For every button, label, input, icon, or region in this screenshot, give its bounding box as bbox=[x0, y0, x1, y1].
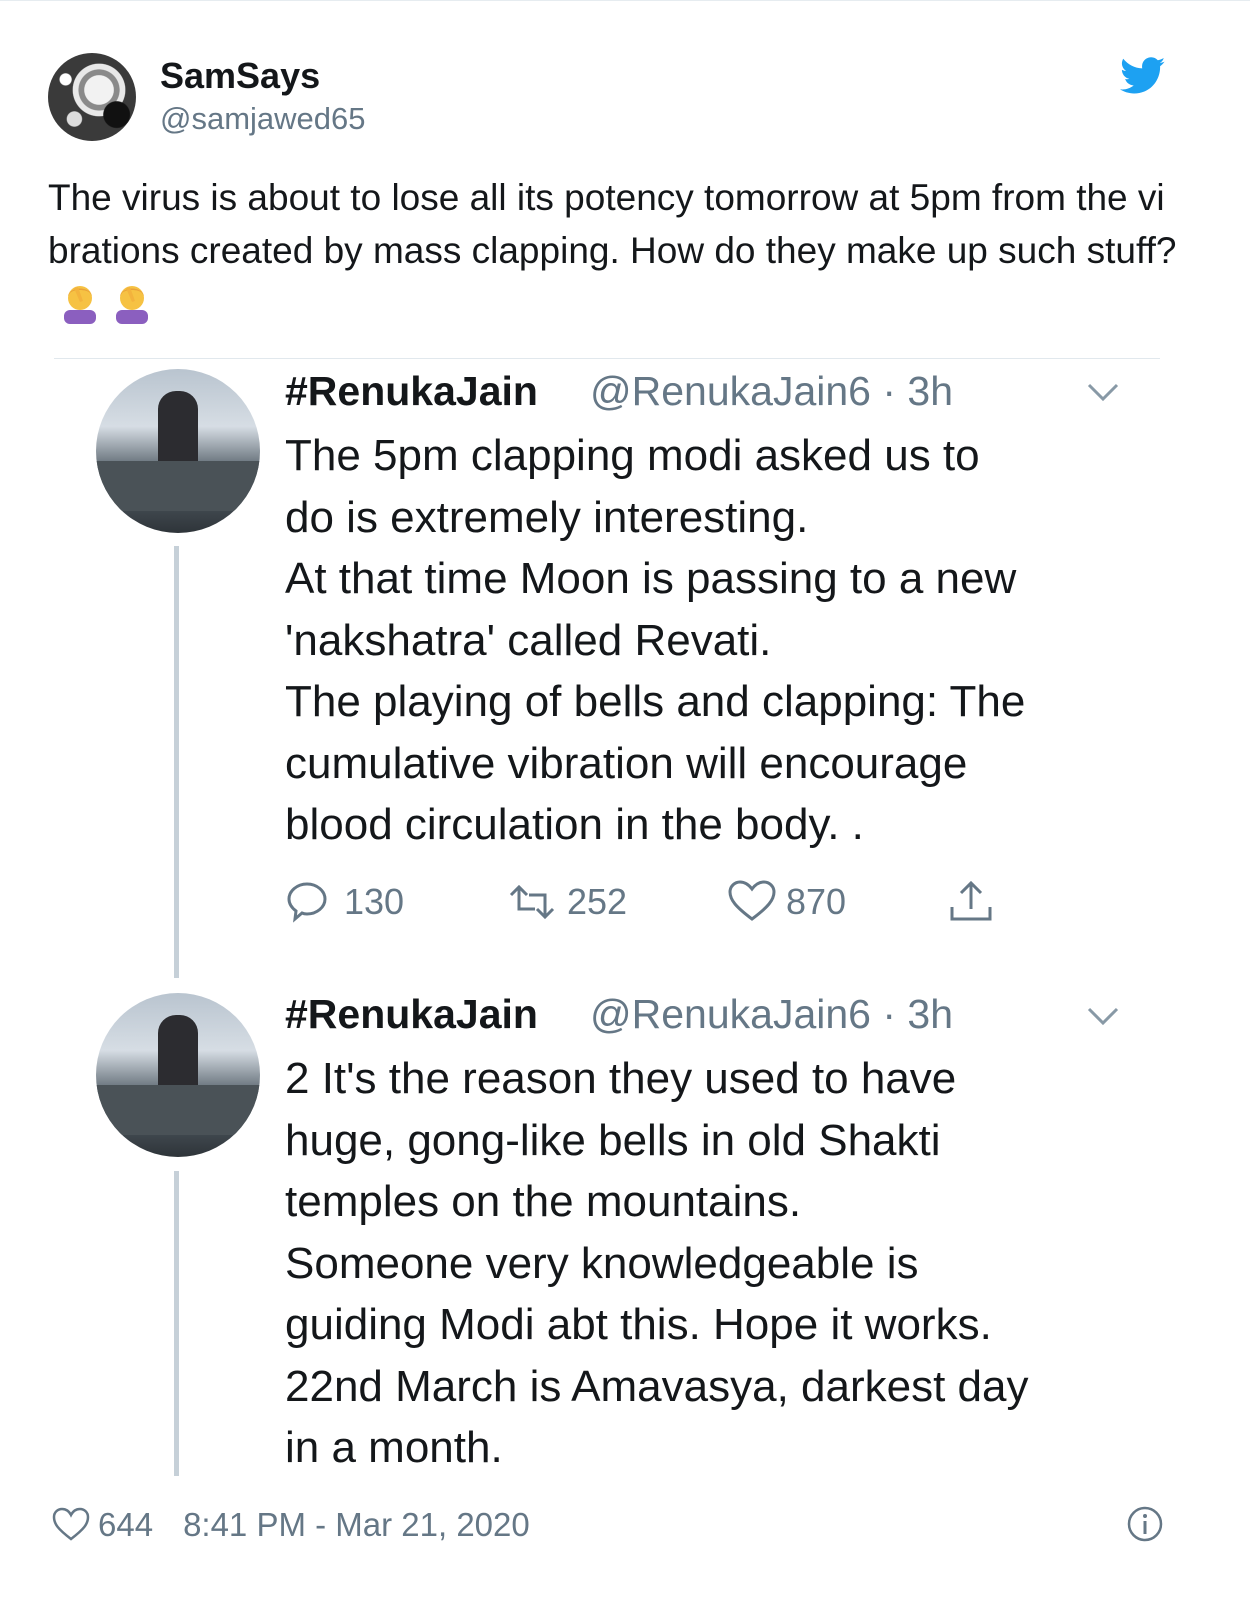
quoted-tweet-text: 2 It's the reason they used to have huge… bbox=[285, 1054, 1029, 1472]
quote-divider bbox=[54, 358, 1160, 359]
quoted-handle-time[interactable]: @RenukaJain6 · 3h bbox=[590, 368, 953, 415]
chevron-down-icon[interactable] bbox=[1086, 1005, 1120, 1027]
heart-icon bbox=[728, 880, 776, 921]
reply-button[interactable]: 130 bbox=[286, 879, 404, 925]
quoted-display-name[interactable]: #RenukaJain bbox=[285, 991, 538, 1038]
retweet-button[interactable]: 252 bbox=[505, 879, 627, 925]
chevron-down-icon[interactable] bbox=[1086, 381, 1120, 403]
thread-line bbox=[174, 1171, 179, 1476]
author-avatar[interactable] bbox=[48, 53, 136, 141]
reply-count: 130 bbox=[344, 881, 405, 922]
quoted-avatar[interactable] bbox=[96, 993, 260, 1157]
author-handle[interactable]: @samjawed65 bbox=[160, 101, 366, 137]
tweet-text-body: The virus is about to lose all its poten… bbox=[48, 177, 1177, 271]
tweet-footer: 644 8:41 PM - Mar 21, 2020 bbox=[52, 1503, 530, 1547]
facepalm-emoji-icon bbox=[116, 286, 148, 324]
reply-icon bbox=[287, 882, 327, 923]
facepalm-emoji-icon bbox=[64, 286, 96, 324]
info-icon[interactable] bbox=[1126, 1505, 1164, 1543]
author-display-name[interactable]: SamSays bbox=[160, 55, 320, 97]
like-count: 644 bbox=[98, 1506, 154, 1543]
quoted-tweet-text: The 5pm clapping modi asked us to do is … bbox=[285, 431, 1026, 849]
quoted-display-name[interactable]: #RenukaJain bbox=[285, 368, 538, 415]
quoted-handle-time[interactable]: @RenukaJain6 · 3h bbox=[590, 991, 953, 1038]
twitter-bird-icon[interactable] bbox=[1120, 57, 1166, 95]
like-button[interactable]: 870 bbox=[726, 879, 846, 925]
like-count: 870 bbox=[786, 881, 847, 922]
timestamp[interactable]: 8:41 PM - Mar 21, 2020 bbox=[183, 1506, 530, 1544]
heart-icon[interactable] bbox=[52, 1507, 90, 1543]
thread-line bbox=[174, 546, 179, 978]
tweet-text: The virus is about to lose all its poten… bbox=[48, 171, 1178, 330]
retweet-icon bbox=[509, 884, 555, 920]
retweet-count: 252 bbox=[567, 881, 628, 922]
share-icon bbox=[950, 880, 992, 921]
tweet-card: SamSays @samjawed65 The virus is about t… bbox=[0, 0, 1250, 1618]
share-button[interactable] bbox=[946, 879, 1004, 925]
quoted-avatar[interactable] bbox=[96, 369, 260, 533]
